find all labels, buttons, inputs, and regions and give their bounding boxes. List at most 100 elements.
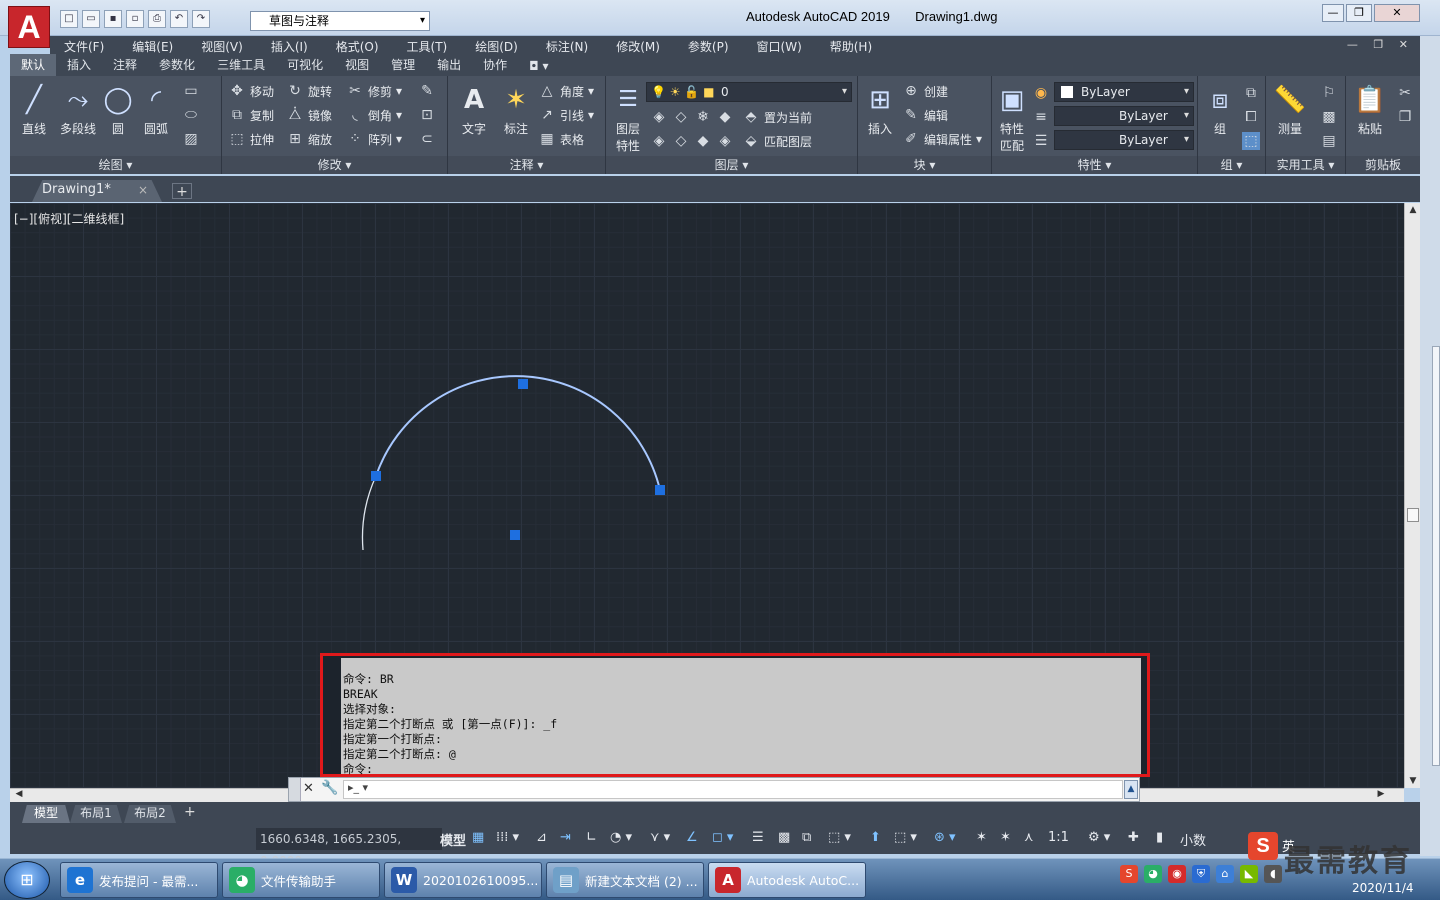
- menu-format[interactable]: 格式(O): [322, 38, 393, 55]
- menu-file[interactable]: 文件(F): [50, 38, 118, 55]
- grid-icon[interactable]: ▦: [472, 830, 484, 845]
- taskbar-item-word[interactable]: W 2020102610095...: [384, 862, 542, 898]
- layout-tab-1[interactable]: 布局1: [70, 805, 122, 823]
- command-bar-grip[interactable]: [289, 778, 301, 801]
- close-button[interactable]: ✕: [1374, 4, 1420, 22]
- erase-button[interactable]: ✎: [418, 82, 436, 100]
- copy-button[interactable]: ⧉ 复制: [228, 106, 274, 124]
- command-prompt-icon[interactable]: ▸_ ▾: [348, 781, 368, 794]
- selection-cycling-icon[interactable]: ⧉: [802, 830, 811, 845]
- autocad-logo-button[interactable]: A: [8, 6, 50, 48]
- panel-annotation-title[interactable]: 注释 ▾: [448, 156, 605, 174]
- panel-block-title[interactable]: 块 ▾: [858, 156, 991, 174]
- menu-view[interactable]: 视图(V): [187, 38, 257, 55]
- angle-button[interactable]: △ 角度 ▾: [538, 82, 594, 100]
- desktop-scrollbar[interactable]: [1420, 36, 1440, 856]
- menu-dimension[interactable]: 标注(N): [532, 38, 602, 55]
- tab-parametric[interactable]: 参数化: [148, 54, 206, 76]
- isometric-icon[interactable]: ⋎ ▾: [650, 830, 670, 845]
- layout-tab-2[interactable]: 布局2: [124, 805, 176, 823]
- menu-parametric[interactable]: 参数(P): [674, 38, 743, 55]
- annotation-scale-value[interactable]: 1:1: [1048, 830, 1069, 845]
- polyline-button[interactable]: ⤳ 多段线: [54, 84, 102, 137]
- lineweight-icon[interactable]: ☰: [1032, 132, 1050, 150]
- tab-view[interactable]: 视图: [334, 54, 380, 76]
- undo-icon[interactable]: ↶: [170, 10, 188, 28]
- command-input-field[interactable]: ▸_ ▾: [343, 780, 1123, 799]
- panel-utilities-title[interactable]: 实用工具 ▾: [1266, 156, 1345, 174]
- arc-button[interactable]: ◜ 圆弧: [136, 84, 176, 137]
- gizmo-icon[interactable]: ⊛ ▾: [934, 830, 956, 845]
- create-block-button[interactable]: ⊕ 创建: [902, 82, 948, 100]
- fillet-button[interactable]: ◟ 倒角 ▾: [346, 106, 402, 124]
- auto-scale-icon[interactable]: ✶: [1000, 830, 1011, 845]
- edit-block-button[interactable]: ✎ 编辑: [902, 106, 948, 124]
- circle-button[interactable]: ◯ 圆: [98, 84, 138, 137]
- rotate-button[interactable]: ↻ 旋转: [286, 82, 332, 100]
- close-command-icon[interactable]: ✕: [303, 781, 314, 796]
- mirror-button[interactable]: ⧊ 镜像: [286, 106, 332, 124]
- offset-button[interactable]: ⊂: [418, 130, 436, 148]
- color-dropdown[interactable]: ByLayer: [1054, 82, 1194, 102]
- layout-tab-model[interactable]: 模型: [22, 805, 70, 823]
- match-properties-button[interactable]: ▣ 特性 匹配: [992, 84, 1032, 154]
- workspace-gear-icon[interactable]: ⚙ ▾: [1088, 830, 1110, 845]
- save-as-icon[interactable]: ▫: [126, 10, 144, 28]
- ribbon-minimize-toggle[interactable]: ◘ ▾: [518, 57, 559, 76]
- cut-icon[interactable]: ✂: [1396, 84, 1414, 102]
- edit-attributes-button[interactable]: ✐ 编辑属性 ▾: [902, 130, 982, 148]
- wechat-tray-icon[interactable]: ◕: [1144, 865, 1162, 883]
- linetype-icon[interactable]: ≡: [1032, 108, 1050, 126]
- document-window-controls[interactable]: — ❐ ✕: [1347, 38, 1414, 51]
- panel-modify-title[interactable]: 修改 ▾: [222, 156, 447, 174]
- infer-constraints-icon[interactable]: ⊿: [536, 830, 547, 845]
- tab-manage[interactable]: 管理: [380, 54, 426, 76]
- scroll-right-arrow-icon[interactable]: ▶: [1374, 789, 1388, 799]
- scroll-down-arrow-icon[interactable]: ▼: [1405, 776, 1421, 786]
- quick-select-icon[interactable]: ⚐: [1320, 84, 1338, 102]
- trim-button[interactable]: ✂ 修剪 ▾: [346, 82, 402, 100]
- group-edit-icon[interactable]: ⧠: [1242, 108, 1260, 126]
- scroll-up-arrow-icon[interactable]: ▲: [1405, 205, 1421, 215]
- rectangle-button[interactable]: ▭: [182, 82, 200, 100]
- text-button[interactable]: A 文字: [454, 84, 494, 137]
- array-button[interactable]: ⁘ 阵列 ▾: [346, 130, 402, 148]
- 3d-osnap-icon[interactable]: ⬚ ▾: [828, 830, 851, 845]
- sogou-ime-icon[interactable]: S: [1120, 865, 1138, 883]
- vertical-scrollbar[interactable]: ▲ ▼: [1404, 203, 1420, 788]
- panel-properties-title[interactable]: 特性 ▾: [992, 156, 1197, 174]
- panel-clipboard-title[interactable]: 剪贴板: [1346, 156, 1420, 174]
- insert-block-button[interactable]: ⊞ 插入: [860, 84, 900, 137]
- start-button[interactable]: ⊞: [4, 861, 50, 899]
- annotation-monitor-icon[interactable]: ✚: [1128, 830, 1139, 845]
- annotation-scale-icon[interactable]: ⋏: [1024, 830, 1034, 845]
- group-button[interactable]: ⧈ 组: [1200, 84, 1240, 137]
- lineweight-dropdown[interactable]: ByLayer: [1054, 130, 1194, 150]
- menu-modify[interactable]: 修改(M): [602, 38, 674, 55]
- file-tab-drawing1[interactable]: Drawing1* ×: [32, 180, 162, 202]
- tab-output[interactable]: 输出: [426, 54, 472, 76]
- tab-3d-tools[interactable]: 三维工具: [206, 54, 276, 76]
- dimension-button[interactable]: ✶ 标注: [496, 84, 536, 137]
- measure-button[interactable]: 📏 测量: [1270, 84, 1310, 137]
- lineweight-display-icon[interactable]: ☰: [752, 830, 764, 845]
- menu-tools[interactable]: 工具(T): [393, 38, 462, 55]
- annotation-visibility-icon[interactable]: ✶: [976, 830, 987, 845]
- menu-draw[interactable]: 绘图(D): [461, 38, 532, 55]
- workspace-dropdown[interactable]: 草图与注释: [250, 11, 430, 31]
- panel-groups-title[interactable]: 组 ▾: [1198, 156, 1265, 174]
- object-snap-tracking-icon[interactable]: ∠: [686, 830, 698, 845]
- line-button[interactable]: ╱ 直线: [14, 84, 54, 137]
- dynamic-ucs-icon[interactable]: ⬆: [870, 830, 881, 845]
- match-layer-button[interactable]: ⬙ 匹配图层: [742, 132, 812, 150]
- color-wheel-icon[interactable]: ◉: [1032, 84, 1050, 102]
- scroll-left-arrow-icon[interactable]: ◀: [12, 789, 26, 799]
- snap-icon[interactable]: ⁞⁞⁞ ▾: [496, 830, 519, 845]
- set-current-button[interactable]: ⬘ 置为当前: [742, 108, 812, 126]
- group-select-icon[interactable]: ⬚: [1242, 132, 1260, 150]
- maximize-button[interactable]: ❐: [1346, 4, 1372, 22]
- taskbar-clock[interactable]: 2020/11/4: [1352, 881, 1414, 895]
- polar-tracking-icon[interactable]: ◔ ▾: [610, 830, 632, 845]
- ellipse-button[interactable]: ⬭: [182, 106, 200, 124]
- desktop-scroll-thumb[interactable]: [1432, 346, 1440, 766]
